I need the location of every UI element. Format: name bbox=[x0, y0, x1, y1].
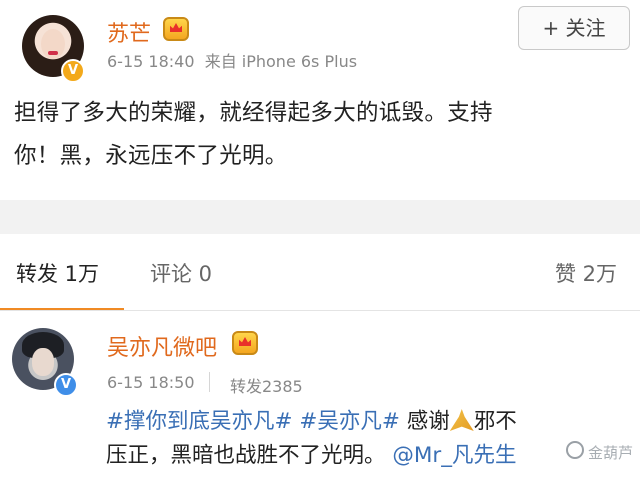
post-source: 来自 iPhone 6s Plus bbox=[204, 52, 358, 71]
verified-badge-icon: V bbox=[54, 373, 78, 397]
tabs-divider bbox=[0, 310, 640, 311]
post-content-line-2: 你！黑，永远压不了光明。 bbox=[14, 143, 288, 169]
post-meta: 6-15 18:40 来自 iPhone 6s Plus bbox=[107, 48, 357, 72]
meta-separator bbox=[209, 372, 210, 392]
section-separator bbox=[0, 200, 640, 234]
repost-text-thanks: 感谢 bbox=[406, 409, 450, 434]
repost-timestamp: 6-15 18:50 bbox=[107, 373, 195, 392]
repost-text-line-2: 压正，黑暗也战胜不了光明。 @Mr_凡先生 bbox=[106, 439, 636, 473]
crown-icon bbox=[163, 17, 189, 41]
author-name[interactable]: 苏芒 bbox=[107, 16, 151, 48]
watermark-logo-icon bbox=[566, 441, 584, 459]
post-timestamp: 6-15 18:40 bbox=[107, 52, 195, 71]
mention-link[interactable]: @Mr_凡先生 bbox=[392, 443, 516, 468]
follow-button[interactable]: + 关注 bbox=[518, 6, 630, 50]
verified-badge-icon: V bbox=[61, 59, 85, 83]
crown-icon bbox=[232, 331, 258, 355]
reposter-name[interactable]: 吴亦凡微吧 bbox=[107, 330, 217, 362]
post-content-line-1: 担得了多大的荣耀，就经得起多大的诋毁。支持 bbox=[14, 100, 493, 126]
tab-like[interactable]: 赞 2万 bbox=[555, 258, 617, 288]
repost-count: 转发2385 bbox=[230, 377, 303, 396]
repost-text-tail: 邪不 bbox=[473, 409, 517, 434]
tab-comment[interactable]: 评论 0 bbox=[150, 258, 212, 288]
repost-text-line-1: #撑你到底吴亦凡# #吴亦凡# 感谢 邪不 bbox=[106, 405, 636, 439]
repost-text: #撑你到底吴亦凡# #吴亦凡# 感谢 邪不 压正，黑暗也战胜不了光明。 @Mr_凡… bbox=[106, 405, 636, 473]
post-content: 担得了多大的荣耀，就经得起多大的诋毁。支持 你！黑，永远压不了光明。 bbox=[14, 92, 624, 178]
hashtag-link[interactable]: #吴亦凡# bbox=[299, 409, 400, 434]
folded-hands-icon bbox=[449, 409, 474, 431]
watermark: 金葫芦 bbox=[588, 444, 634, 462]
tab-repost[interactable]: 转发 1万 bbox=[16, 258, 99, 288]
hashtag-link[interactable]: #撑你到底吴亦凡# bbox=[106, 409, 293, 434]
repost-text-body: 压正，黑暗也战胜不了光明。 bbox=[106, 443, 386, 468]
